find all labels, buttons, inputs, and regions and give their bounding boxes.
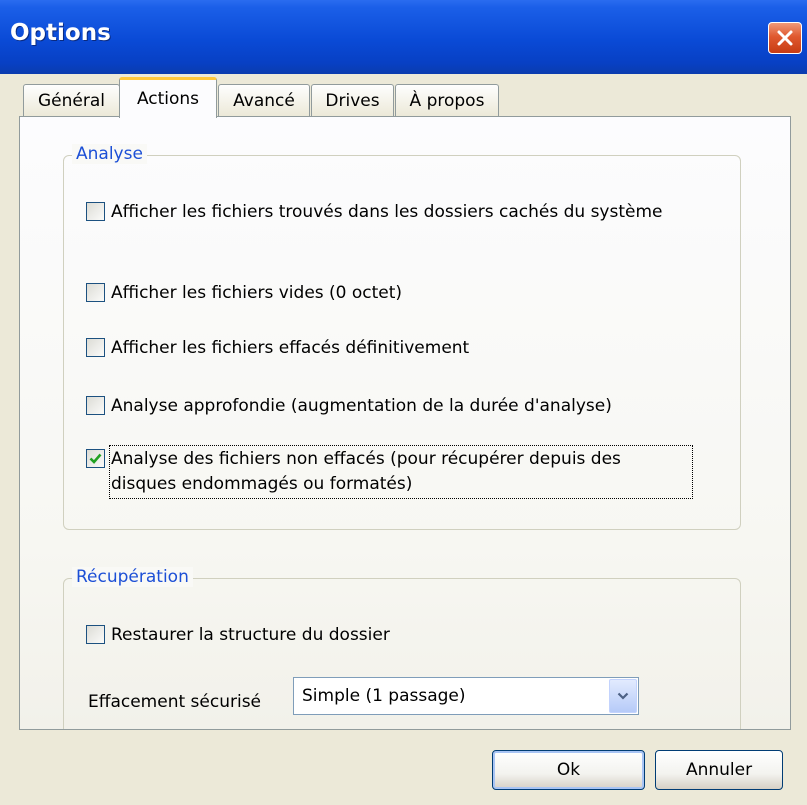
checkbox[interactable] bbox=[86, 283, 105, 302]
cancel-button[interactable]: Annuler bbox=[655, 750, 783, 790]
close-button[interactable] bbox=[768, 22, 802, 54]
option-hidden-system-files[interactable]: Afficher les fichiers trouvés dans les d… bbox=[86, 200, 671, 225]
checkbox[interactable] bbox=[86, 625, 105, 644]
checkbox-checked[interactable] bbox=[86, 449, 105, 468]
chevron-down-icon bbox=[617, 692, 629, 700]
option-label: Analyse approfondie (augmentation de la … bbox=[111, 396, 612, 416]
option-label: Afficher les fichiers trouvés dans les d… bbox=[111, 202, 663, 222]
checkbox[interactable] bbox=[86, 396, 105, 415]
secure-erase-label: Effacement sécurisé bbox=[88, 692, 262, 712]
tab-advanced[interactable]: Avancé bbox=[218, 84, 310, 116]
analyse-group: Analyse Afficher les fichiers trouvés da… bbox=[63, 144, 741, 530]
option-permanently-deleted-files[interactable]: Afficher les fichiers effacés définitive… bbox=[86, 336, 469, 361]
option-empty-files[interactable]: Afficher les fichiers vides (0 octet) bbox=[86, 281, 402, 306]
secure-erase-value: Simple (1 passage) bbox=[302, 686, 466, 706]
tab-general[interactable]: Général bbox=[23, 84, 120, 116]
dropdown-button[interactable] bbox=[609, 679, 637, 713]
option-label: Analyse des fichiers non effacés (pour r… bbox=[109, 445, 693, 499]
window-title: Options bbox=[10, 20, 111, 46]
title-bar[interactable]: Options bbox=[0, 0, 807, 74]
secure-erase-select[interactable]: Simple (1 passage) bbox=[293, 677, 639, 715]
option-restore-folder-structure[interactable]: Restaurer la structure du dossier bbox=[86, 623, 390, 648]
tab-about[interactable]: À propos bbox=[395, 84, 499, 116]
option-deep-scan[interactable]: Analyse approfondie (augmentation de la … bbox=[86, 394, 612, 419]
checkmark-icon bbox=[89, 453, 102, 464]
ok-button[interactable]: Ok bbox=[492, 750, 645, 790]
checkbox[interactable] bbox=[86, 338, 105, 357]
option-label: Afficher les fichiers effacés définitive… bbox=[111, 338, 470, 358]
analyse-group-title: Analyse bbox=[72, 144, 147, 164]
option-label: Restaurer la structure du dossier bbox=[111, 625, 390, 645]
close-icon bbox=[777, 30, 793, 46]
actions-tab-page: Analyse Afficher les fichiers trouvés da… bbox=[19, 116, 791, 730]
tab-drives[interactable]: Drives bbox=[311, 84, 394, 116]
option-non-deleted-files[interactable]: Analyse des fichiers non effacés (pour r… bbox=[86, 445, 693, 499]
tab-actions[interactable]: Actions bbox=[119, 77, 217, 118]
recuperation-group-title: Récupération bbox=[72, 567, 193, 587]
option-label: Afficher les fichiers vides (0 octet) bbox=[111, 283, 403, 303]
checkbox[interactable] bbox=[86, 202, 105, 221]
